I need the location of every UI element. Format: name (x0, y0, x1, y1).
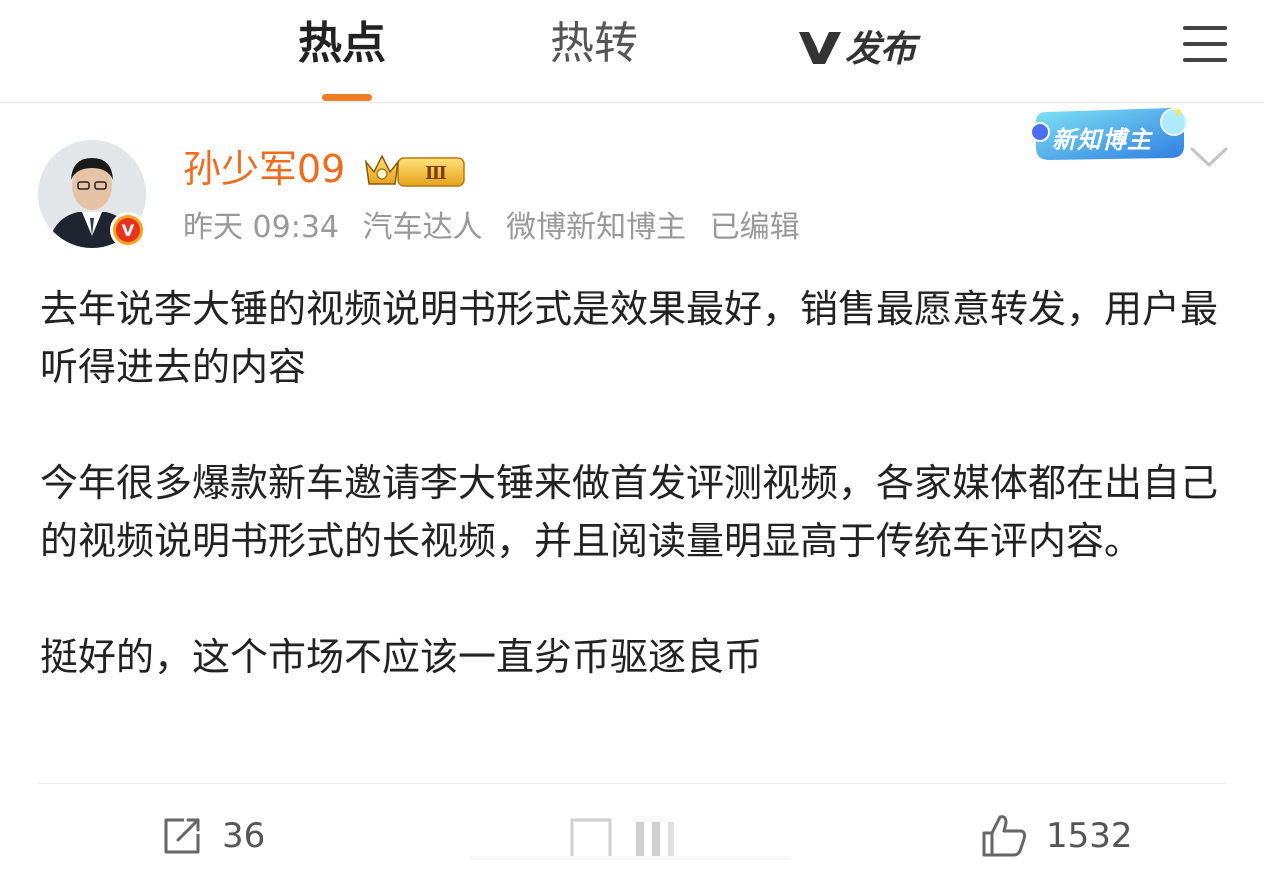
crown-icon: Ⅲ (364, 154, 465, 187)
post-meta: 昨天 09:34 汽车达人 微博新知博主 已编辑 (183, 206, 814, 250)
action-divider (38, 783, 1226, 784)
menu-icon[interactable] (1183, 26, 1227, 62)
like-icon (982, 815, 1026, 857)
chevron-down-icon[interactable] (1190, 146, 1228, 168)
edited-label: 已编辑 (709, 210, 800, 245)
post-time: 昨天 09:34 (183, 210, 339, 245)
author-tag-car: 汽车达人 (362, 210, 483, 245)
like-button[interactable]: 1532 (980, 806, 1133, 866)
active-tab-indicator (322, 94, 372, 101)
post-paragraph-1: 去年说李大锤的视频说明书形式是效果最好，销售最愿意转发，用户最听得进去的内容 (40, 287, 1219, 389)
top-nav-bar: 热点 热转 发布 (0, 0, 1264, 103)
zhishi-blogger-badge: 新知博主 (1028, 102, 1194, 166)
crown-level: Ⅲ (425, 163, 447, 184)
watermark-graphic (470, 818, 790, 860)
badge-text: 新知博主 (1052, 126, 1152, 154)
repost-button[interactable]: 36 (160, 806, 265, 866)
author-tag-blogger: 微博新知博主 (506, 210, 687, 245)
tab-hot-repost[interactable]: 热转 (550, 16, 638, 72)
repost-count: 36 (222, 816, 266, 856)
publish-button[interactable]: 发布 (797, 22, 916, 70)
post-content: 去年说李大锤的视频说明书形式是效果最好，销售最愿意转发，用户最听得进去的内容 今… (40, 280, 1230, 744)
like-count: 1532 (1046, 816, 1133, 856)
tab-hot[interactable]: 热点 (298, 16, 386, 72)
repost-icon (164, 818, 200, 854)
post-paragraph-3: 挺好的，这个市场不应该一直劣币驱逐良币 (40, 635, 763, 679)
post-paragraph-2: 今年很多爆款新车邀请李大锤来做首发评测视频，各家媒体都在出自己的视频说明书形式的… (40, 461, 1219, 563)
publish-label: 发布 (845, 29, 916, 70)
publish-v-icon (799, 32, 841, 64)
verified-icon: V (110, 212, 146, 248)
author-name[interactable]: 孙少军09 (183, 144, 345, 194)
